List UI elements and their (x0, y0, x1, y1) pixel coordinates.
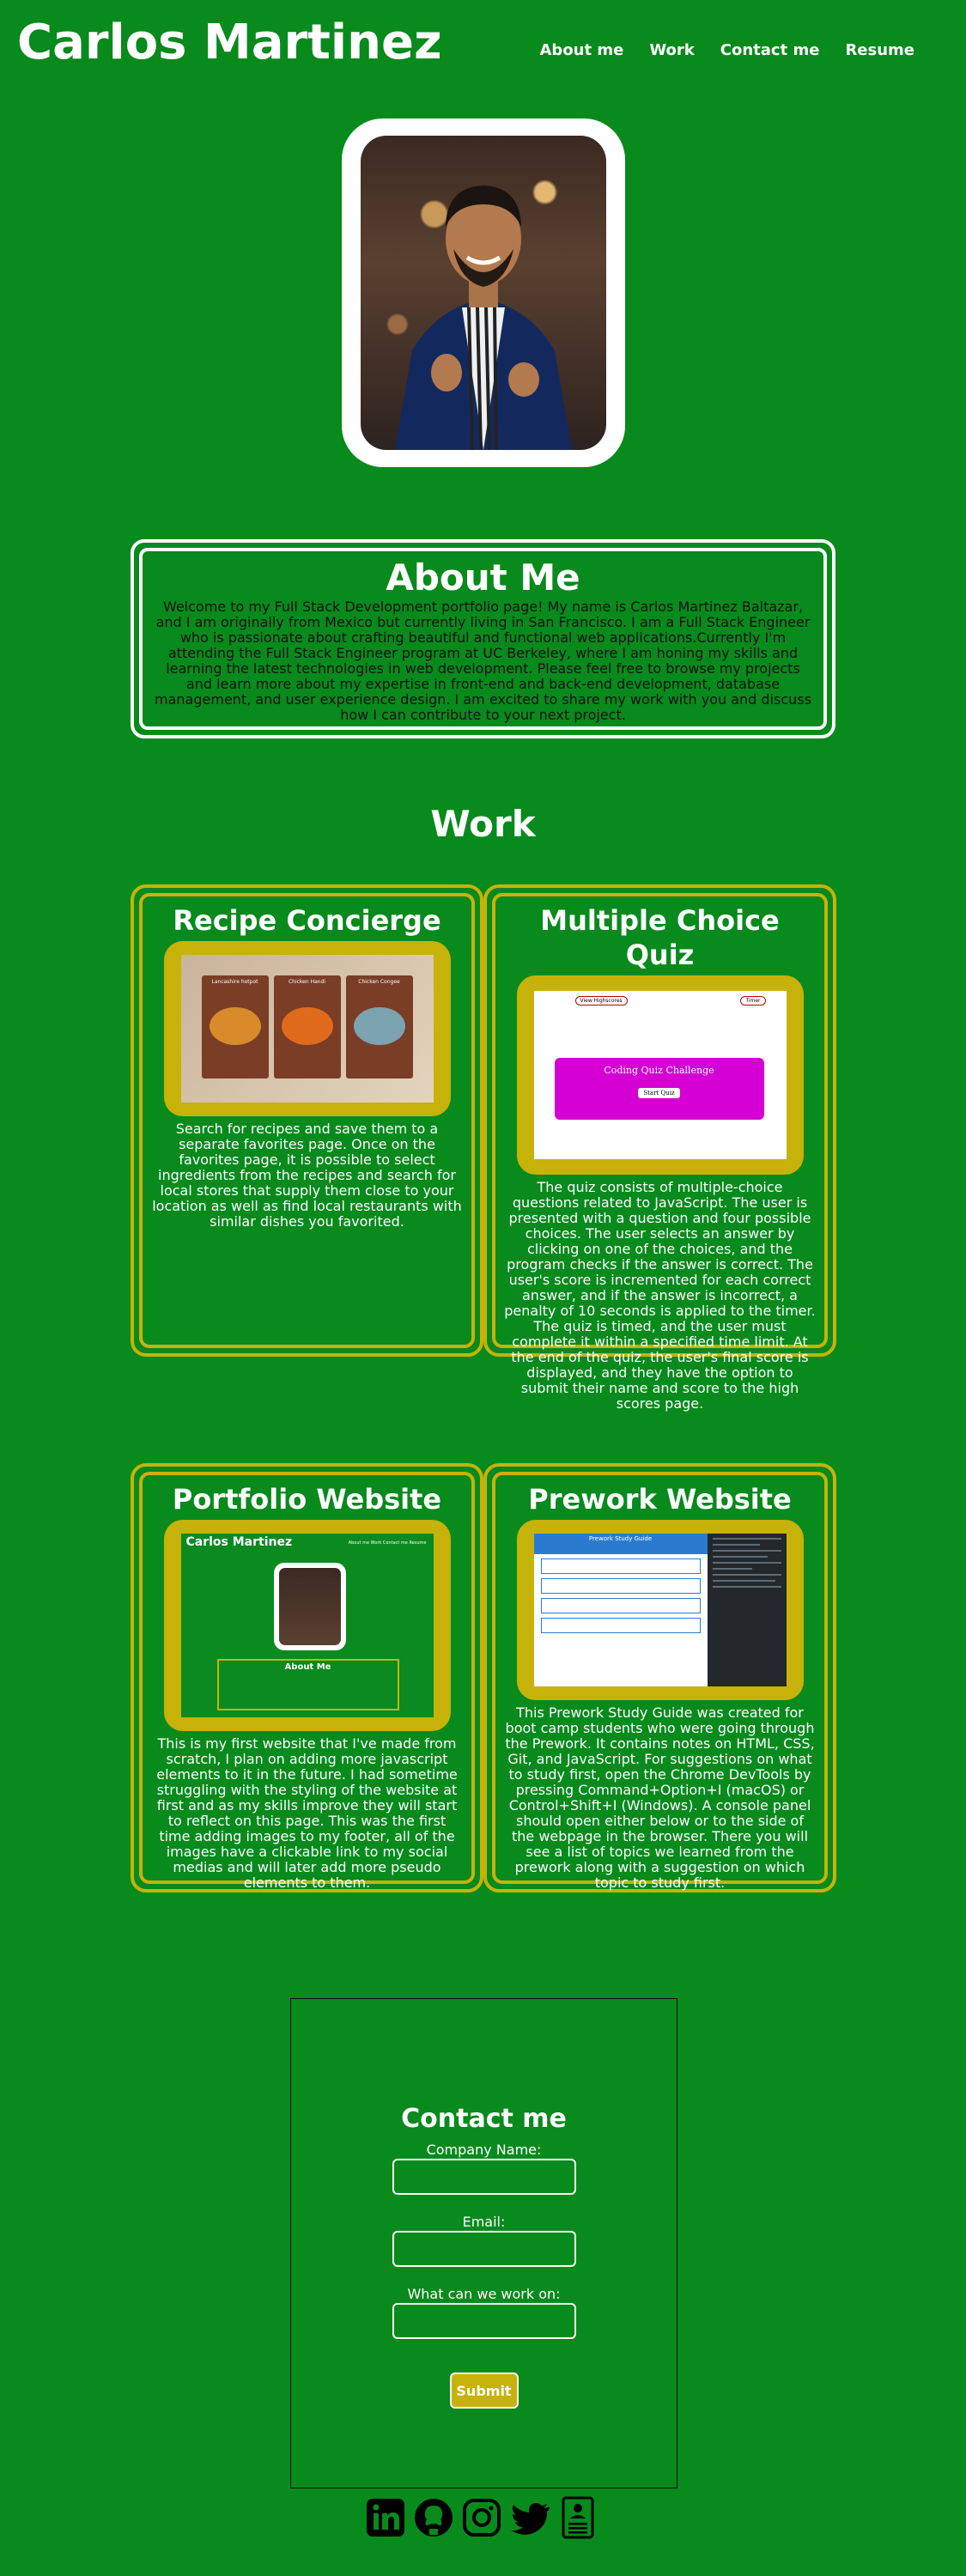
project-thumbnail-frame: View Highscores Timer Coding Quiz Challe… (516, 975, 804, 1175)
portfolio-thumb-photo (273, 1563, 346, 1650)
contact-heading: Contact me (401, 2104, 567, 2134)
project-title: Recipe Concierge (173, 904, 441, 937)
project-description: Search for recipes and save them to a se… (152, 1121, 462, 1230)
project-thumbnail-frame: Carlos Martinez About me Work Contact me… (163, 1520, 451, 1731)
social-links (366, 2496, 598, 2539)
recipe-card-title: Lancashire hotpot (211, 979, 258, 985)
company-name-input[interactable] (392, 2159, 576, 2195)
project-card-prework-website[interactable]: Prework Website Prework Study Guide This… (483, 1463, 836, 1893)
project-description: This Prework Study Guide was created for… (505, 1704, 815, 1891)
prework-screenshot[interactable]: Prework Study Guide (533, 1534, 787, 1686)
project-thumbnail-frame: Prework Study Guide (516, 1520, 804, 1700)
quiz-start-button: Start Quiz (638, 1088, 680, 1098)
recipe-card-title: Chicken Congee (358, 979, 400, 985)
work-heading: Work (430, 803, 536, 845)
recipe-image (209, 1007, 261, 1045)
portfolio-thumb-title: Carlos Martinez (185, 1535, 293, 1549)
portfolio-thumb-nav: About me Work Contact me Resume (348, 1540, 427, 1546)
recipe-concierge-screenshot[interactable]: Lancashire hotpot Chicken Handi Chicken … (180, 955, 434, 1103)
recipe-image (281, 1007, 333, 1045)
project-thumbnail-frame: Lancashire hotpot Chicken Handi Chicken … (163, 941, 451, 1116)
project-card-inner: Multiple Choice Quiz View Highscores Tim… (492, 893, 828, 1412)
about-heading: About Me (386, 556, 580, 598)
quiz-timer: Timer (740, 996, 766, 1005)
recipe-card-title: Chicken Handi (288, 979, 326, 985)
recipe-card: Chicken Handi (273, 975, 341, 1078)
linkedin-icon[interactable] (366, 2496, 405, 2539)
recipe-card: Lancashire hotpot (201, 975, 269, 1078)
project-description: This is my first website that I've made … (156, 1735, 458, 1891)
profile-photo-frame (342, 118, 625, 467)
about-section: About Me Welcome to my Full Stack Develo… (131, 539, 835, 738)
nav-about-me[interactable]: About me (540, 41, 624, 59)
portfolio-screenshot[interactable]: Carlos Martinez About me Work Contact me… (180, 1534, 434, 1717)
about-box: About Me Welcome to my Full Stack Develo… (139, 548, 827, 730)
quiz-highscores-link: View Highscores (574, 996, 628, 1005)
nav-resume[interactable]: Resume (845, 41, 914, 59)
project-card-recipe-concierge[interactable]: Recipe Concierge Lancashire hotpot Chick… (131, 884, 483, 1357)
recipe-card: Chicken Congee (345, 975, 413, 1078)
contact-form: Contact me Company Name: Email: What can… (290, 1998, 677, 2488)
quiz-start-box: Coding Quiz Challenge Start Quiz (554, 1058, 764, 1120)
work-topic-input[interactable] (392, 2303, 576, 2339)
email-label: Email: (462, 2214, 506, 2230)
project-title: Prework Website (528, 1483, 792, 1516)
project-title: Portfolio Website (172, 1483, 442, 1516)
project-card-inner: Recipe Concierge Lancashire hotpot Chick… (139, 893, 475, 1348)
project-card-portfolio-website[interactable]: Portfolio Website Carlos Martinez About … (131, 1463, 483, 1893)
main-nav: About me Work Contact me Resume (540, 41, 915, 59)
quiz-screenshot[interactable]: View Highscores Timer Coding Quiz Challe… (533, 991, 787, 1159)
project-card-inner: Prework Website Prework Study Guide This… (492, 1472, 828, 1891)
project-title: Multiple Choice Quiz (540, 904, 780, 971)
twitter-icon[interactable] (510, 2496, 550, 2539)
profile-figure (395, 185, 572, 450)
github-icon[interactable] (414, 2496, 453, 2539)
project-card-inner: Portfolio Website Carlos Martinez About … (139, 1472, 475, 1891)
submit-button[interactable]: Submit (449, 2372, 519, 2409)
instagram-icon[interactable] (462, 2496, 501, 2539)
prework-header: Prework Study Guide (533, 1534, 708, 1554)
nav-work[interactable]: Work (649, 41, 694, 59)
site-title: Carlos Martinez (17, 15, 442, 70)
portfolio-thumb-about: About Me (216, 1659, 399, 1710)
resume-icon[interactable] (558, 2496, 598, 2539)
nav-contact-me[interactable]: Contact me (720, 41, 820, 59)
project-card-multiple-choice-quiz[interactable]: Multiple Choice Quiz View Highscores Tim… (483, 884, 836, 1412)
email-input[interactable] (392, 2231, 576, 2267)
devtools-panel (707, 1534, 787, 1686)
recipe-image (353, 1007, 405, 1045)
work-topic-label: What can we work on: (407, 2286, 561, 2302)
company-name-label: Company Name: (426, 2142, 542, 2158)
about-text: Welcome to my Full Stack Development por… (155, 598, 811, 723)
prework-page: Prework Study Guide (533, 1534, 708, 1686)
quiz-title: Coding Quiz Challenge (604, 1065, 714, 1076)
profile-photo (361, 136, 606, 450)
project-description: The quiz consists of multiple-choice que… (504, 1179, 816, 1412)
